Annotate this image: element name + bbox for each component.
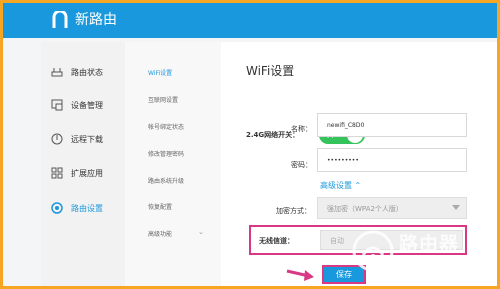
sidebar-item-label: 设备管理 (71, 100, 103, 110)
top-bar: 新路由 (3, 3, 497, 38)
sidebar-item-router-status[interactable]: 路由状态 (41, 61, 125, 83)
sub-navigation: WiFi设置 互联网设置 帐号绑定状态 修改管理密码 路由系统升级 恢复配置 高… (125, 42, 221, 286)
download-icon (51, 133, 63, 145)
subnav-item-advanced[interactable]: 高级功能 (148, 229, 172, 238)
device-icon (51, 99, 63, 111)
arrow-pointer-icon (286, 269, 314, 281)
dropdown-arrow-icon (452, 205, 460, 210)
encryption-label: 加密方式： (276, 207, 311, 215)
watermark: 路由器 luyouqi.com (347, 225, 497, 281)
sidebar-item-label: 路由状态 (71, 67, 103, 77)
chevron-up-icon: ⌃ (354, 181, 362, 190)
sidebar-item-router-settings[interactable]: 路由设置 (41, 197, 125, 219)
apps-icon (51, 167, 63, 179)
sidebar-item-device-management[interactable]: 设备管理 (41, 94, 125, 116)
page-title: WiFi设置 (246, 64, 295, 78)
sidebar-item-label: 扩展应用 (71, 168, 103, 178)
encryption-select[interactable]: 强加密（WPA2个人版） (317, 197, 467, 219)
chevron-down-icon: ⌄ (198, 228, 204, 236)
settings-icon (51, 202, 63, 214)
router-icon (51, 66, 63, 78)
advanced-settings-link[interactable]: 高级设置 ⌃ (320, 180, 361, 191)
channel-value: 自动 (330, 237, 344, 245)
sidebar-item-extensions[interactable]: 扩展应用 (41, 162, 125, 184)
subnav-item-wifi[interactable]: WiFi设置 (148, 68, 172, 77)
name-label: 名称： (291, 125, 312, 133)
wifi-password-field[interactable]: ••••••••• (317, 148, 467, 172)
password-label: 密码： (291, 161, 312, 169)
channel-label: 无线信道： (259, 237, 294, 245)
brand-name: 新路由 (75, 12, 117, 28)
advanced-settings-label: 高级设置 (320, 181, 352, 190)
subnav-item-password[interactable]: 修改管理密码 (148, 149, 184, 158)
subnav-item-upgrade[interactable]: 路由系统升级 (148, 176, 184, 185)
sidebar-item-label: 远程下载 (71, 134, 103, 144)
sidebar-item-remote-download[interactable]: 远程下载 (41, 128, 125, 150)
subnav-item-account[interactable]: 帐号绑定状态 (148, 122, 184, 131)
watermark-subtitle: luyouqi.com (399, 258, 436, 265)
subnav-item-internet[interactable]: 互联网设置 (148, 95, 178, 104)
browser-frame: 新路由 路由状态 设备管理 远程下载 扩展应用 路由设置 WiFi设置 互联网设… (3, 3, 497, 286)
subnav-item-restore[interactable]: 恢复配置 (148, 202, 172, 211)
encryption-value: 强加密（WPA2个人版） (327, 205, 403, 213)
sidebar-item-label: 路由设置 (71, 203, 103, 213)
wifi-name-field[interactable]: newifi_C8D0 (317, 113, 467, 137)
logo-icon (52, 11, 68, 28)
watermark-logo-icon (352, 230, 394, 272)
watermark-title: 路由器 (399, 233, 460, 255)
sidebar: 路由状态 设备管理 远程下载 扩展应用 路由设置 (41, 42, 125, 286)
